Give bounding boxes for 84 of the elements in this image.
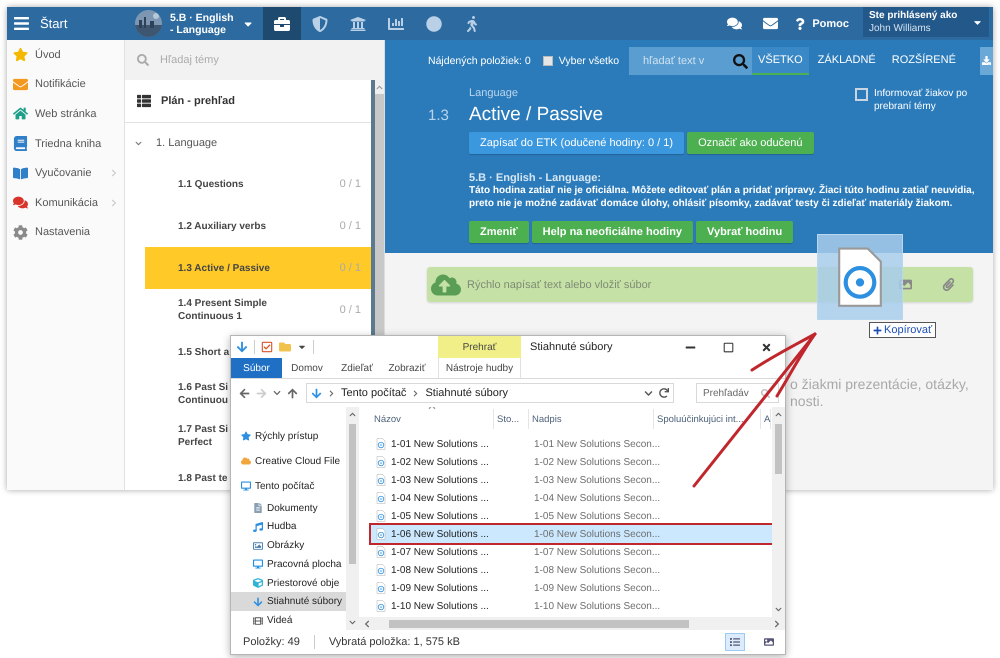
user-menu[interactable]: Ste prihlásený ako John Williams bbox=[863, 7, 989, 37]
item-count: Položky: 49 bbox=[243, 636, 300, 648]
sidebar-item[interactable]: Notifikácie bbox=[7, 70, 124, 100]
file-row[interactable]: 1-01 New Solutions ... 1-01 New Solutions Secon... bbox=[371, 435, 772, 453]
topic-count: 0 / 1 bbox=[340, 178, 361, 190]
path-crumb[interactable]: Stiahnuté súbory bbox=[425, 387, 508, 399]
help-button[interactable]: Pomoc bbox=[788, 7, 863, 40]
column-header[interactable]: A bbox=[761, 409, 771, 429]
column-header[interactable]: Nadpis bbox=[529, 409, 654, 429]
start-button[interactable]: Štart bbox=[7, 7, 125, 40]
topic-subject: Language bbox=[469, 87, 519, 99]
ribbon-tab[interactable]: Nástroje hudby bbox=[438, 358, 521, 378]
nav-item[interactable]: Pracovná plocha bbox=[231, 554, 346, 574]
nav-item[interactable]: Priestorové obje bbox=[231, 574, 346, 592]
window-title: Stiahnuté súbory bbox=[529, 340, 614, 355]
nav-item[interactable]: Obrázky bbox=[231, 536, 346, 555]
sidebar-item[interactable]: Nastavenia bbox=[7, 218, 124, 248]
chapter-row[interactable]: 1. Language bbox=[125, 123, 371, 163]
file-row[interactable]: 1-06 New Solutions ... 1-06 New Solutions Secon... bbox=[371, 525, 772, 543]
plan-overview-link[interactable]: Plán - prehľad bbox=[125, 80, 371, 123]
selection-info: Vybratá položka: 1, 575 kB bbox=[328, 636, 460, 648]
ribbon-tab[interactable]: Súbor bbox=[231, 358, 282, 378]
topic-number: 1.3 bbox=[428, 107, 450, 126]
nav-item[interactable]: Creative Cloud File bbox=[231, 448, 346, 474]
ribbon-tab[interactable]: Zobraziť bbox=[382, 358, 432, 378]
file-row[interactable]: 1-04 New Solutions ... 1-04 New Solutions Secon... bbox=[371, 489, 772, 507]
folder-search-bar[interactable]: Prehľadáv bbox=[696, 383, 779, 403]
sidebar-item[interactable]: Triedna kniha bbox=[7, 128, 124, 158]
topic-title: 1.4 Present Simple Continuous 1 bbox=[178, 297, 268, 323]
notice-heading: 5.B · English - Language: bbox=[469, 172, 602, 184]
file-row[interactable]: 1-08 New Solutions ... 1-08 New Solutions Secon... bbox=[371, 561, 772, 579]
topic-title: 1.5 Short a bbox=[178, 346, 230, 358]
user-name: John Williams bbox=[869, 23, 932, 34]
file-row[interactable]: 1-02 New Solutions ... 1-02 New Solutions Secon... bbox=[371, 453, 772, 471]
sidebar-item[interactable]: Komunikácia bbox=[7, 188, 124, 218]
file-row[interactable]: 1-03 New Solutions ... 1-03 New Solutions Secon... bbox=[371, 471, 772, 489]
topic-title: 1.8 Past te bbox=[178, 472, 228, 484]
column-header[interactable]: Spoluúčinkujúci int... bbox=[654, 409, 761, 429]
class-selector[interactable]: 5.B · English - Language bbox=[125, 7, 263, 40]
topic-count: 0 / 1 bbox=[340, 262, 361, 274]
file-row[interactable]: 1-07 New Solutions ... 1-07 New Solutions Secon... bbox=[371, 543, 772, 561]
topic-title: 1.7 Past Si Perfect bbox=[178, 423, 228, 449]
topic-heading: Active / Passive bbox=[469, 104, 604, 126]
filter-tab[interactable]: ROZŠÍRENÉ bbox=[886, 47, 962, 75]
file-row[interactable]: 1-10 New Solutions ... 1-10 New Solutions Secon... bbox=[371, 597, 772, 615]
sidebar-item[interactable]: Úvod bbox=[7, 40, 124, 70]
sidebar-item[interactable]: Web stránka bbox=[7, 99, 124, 129]
sidebar-item[interactable]: Vyučovanie bbox=[7, 158, 124, 188]
column-header[interactable]: Názov bbox=[371, 409, 494, 429]
text-search-field[interactable]: hľadať text v bbox=[641, 54, 734, 68]
select-all-checkbox[interactable]: Vyber všetko bbox=[542, 55, 620, 67]
topic-count: 0 / 1 bbox=[340, 304, 361, 316]
quick-text-input[interactable]: Rýchlo napísať text alebo vložiť súbor bbox=[465, 278, 665, 292]
text-search-bar[interactable]: hľadať text v bbox=[629, 47, 752, 75]
file-row[interactable]: 1-05 New Solutions ... 1-05 New Solutions Secon... bbox=[371, 507, 772, 525]
notify-students-checkbox[interactable]: Informovať žiakov po prebraní témy bbox=[855, 87, 981, 126]
path-crumb[interactable]: Tento počítač bbox=[341, 387, 406, 399]
nav-item[interactable]: Stiahnuté súbory bbox=[231, 592, 346, 612]
nav-item[interactable]: Tento počítač bbox=[231, 474, 346, 499]
ribbon-tab[interactable]: Domov bbox=[282, 358, 332, 378]
column-header[interactable]: Sto... bbox=[494, 409, 529, 429]
topic-search-bar[interactable]: Hľadaj témy bbox=[125, 40, 384, 80]
file-row[interactable]: 1-09 New Solutions ... 1-09 New Solutions Secon... bbox=[371, 579, 772, 597]
nav-item[interactable]: Hudba bbox=[231, 517, 346, 536]
topic-title: 1.2 Auxiliary verbs bbox=[178, 220, 268, 232]
context-group-label: Prehrať bbox=[438, 336, 521, 358]
copy-tooltip: Kopírovať bbox=[869, 322, 936, 338]
topic-title: 1.6 Past Si Continuou bbox=[178, 381, 228, 407]
ribbon-tab[interactable]: Zdieľať bbox=[332, 358, 382, 378]
address-bar[interactable]: Tento počítač Stiahnuté súbory bbox=[306, 383, 674, 403]
topic-search-field[interactable]: Hľadaj témy bbox=[158, 53, 358, 67]
nav-item[interactable]: Rýchly prístup bbox=[231, 424, 346, 449]
empty-hint-text: o žiakmi prezentácie, otázky, nosti. bbox=[790, 376, 970, 410]
topic-count: 0 / 1 bbox=[340, 220, 361, 232]
topic-title: 1.1 Questions bbox=[178, 178, 245, 190]
topic-title: 1.3 Active / Passive bbox=[178, 262, 271, 274]
filter-tab[interactable]: VŠETKO bbox=[752, 47, 809, 75]
found-count: Nájdených položiek: 0 bbox=[428, 55, 531, 67]
notice-text: Táto hodina zatiaľ nie je oficiálna. Môžete editovať plán a pridať prípravy. Žiaci túto hodinu zatiaľ neuvidia, preto nie je možné zadávať domáce úlohy, ohlásiť písomky, zadávať testy či zdieľať materiály žiakom. bbox=[469, 184, 976, 210]
filter-tab[interactable]: ZÁKLADNÉ bbox=[812, 47, 882, 75]
topic-item[interactable]: 1.3 Active / Passive 0 / 1 bbox=[145, 247, 371, 289]
nav-item[interactable]: Videá bbox=[231, 611, 346, 630]
user-caption: Ste prihlásený ako bbox=[869, 10, 958, 21]
nav-item[interactable]: Dokumenty bbox=[231, 498, 346, 518]
